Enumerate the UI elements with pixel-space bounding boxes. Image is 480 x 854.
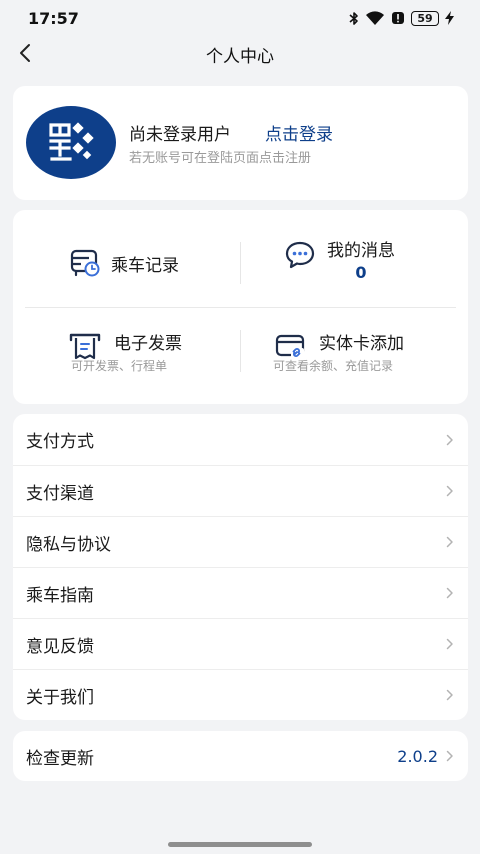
messages-count: 0 — [355, 263, 367, 282]
login-hint: 若无账号可在登陆页面点击注册 — [129, 151, 312, 166]
receipt-icon — [68, 329, 102, 363]
chevron-right-icon — [446, 536, 454, 548]
status-icons: 59 — [349, 10, 454, 26]
check-update-label: 检查更新 — [26, 748, 94, 769]
battery-icon: 59 — [411, 10, 439, 26]
status-time: 17:57 — [28, 8, 79, 28]
menu-card: 支付方式 支付渠道 隐私与协议 乘车指南 意见反馈 关于我们 — [13, 414, 468, 720]
menu-item-label: 支付渠道 — [26, 483, 94, 504]
login-link[interactable]: 点击登录 — [265, 120, 333, 145]
avatar[interactable] — [26, 106, 116, 179]
page-title: 个人中心 — [206, 47, 274, 67]
version-number: 2.0.2 — [397, 746, 438, 766]
card-add-button[interactable]: 实体卡添加 可查看余额、充值记录 — [273, 329, 404, 374]
charging-icon — [445, 11, 454, 25]
card-link-icon — [273, 329, 307, 363]
menu-item-label: 乘车指南 — [26, 585, 94, 606]
feature-divider — [240, 242, 241, 284]
menu-item-privacy[interactable]: 隐私与协议 — [13, 516, 468, 567]
menu-item-label: 隐私与协议 — [26, 534, 111, 555]
bus-clock-icon — [68, 246, 102, 280]
wifi-icon — [365, 10, 385, 26]
alert-icon — [391, 11, 405, 25]
features-card: 乘车记录 我的消息 0 电子发票 可开发票、行程单 实体卡添加 可查看余额、充值… — [13, 210, 468, 404]
chevron-right-icon — [446, 434, 454, 446]
menu-item-label: 支付方式 — [26, 432, 94, 452]
page-header: 个人中心 — [0, 36, 480, 74]
messages-label: 我的消息 — [327, 241, 395, 261]
chevron-right-icon — [446, 689, 454, 701]
menu-item-label: 意见反馈 — [26, 636, 94, 657]
menu-item-payment-method[interactable]: 支付方式 — [13, 414, 468, 465]
check-update-card[interactable]: 检查更新 2.0.2 — [13, 731, 468, 781]
profile-card[interactable]: 尚未登录用户 点击登录 若无账号可在登陆页面点击注册 — [13, 86, 468, 200]
chevron-right-icon — [446, 485, 454, 497]
chat-bubble-icon — [283, 238, 317, 272]
ride-records-button[interactable]: 乘车记录 — [68, 246, 179, 280]
chevron-right-icon — [446, 587, 454, 599]
transit-logo-icon — [48, 121, 94, 165]
bluetooth-icon — [349, 11, 359, 26]
check-update-button[interactable]: 检查更新 2.0.2 — [13, 731, 468, 781]
chevron-right-icon — [446, 750, 454, 762]
home-indicator[interactable] — [168, 842, 312, 847]
login-status: 尚未登录用户 — [129, 125, 231, 145]
messages-text: 我的消息 0 — [327, 236, 395, 282]
menu-item-feedback[interactable]: 意见反馈 — [13, 618, 468, 669]
invoice-button[interactable]: 电子发票 可开发票、行程单 — [68, 329, 182, 374]
status-bar: 17:57 59 — [0, 0, 480, 36]
messages-button[interactable]: 我的消息 0 — [283, 236, 395, 282]
feature-divider-2 — [240, 330, 241, 372]
menu-item-payment-channel[interactable]: 支付渠道 — [13, 465, 468, 516]
version-group: 2.0.2 — [397, 747, 454, 766]
menu-item-label: 关于我们 — [26, 687, 94, 708]
menu-item-ride-guide[interactable]: 乘车指南 — [13, 567, 468, 618]
ride-records-label: 乘车记录 — [111, 255, 179, 276]
chevron-right-icon — [446, 638, 454, 650]
menu-item-about[interactable]: 关于我们 — [13, 669, 468, 720]
features-divider — [25, 307, 456, 308]
